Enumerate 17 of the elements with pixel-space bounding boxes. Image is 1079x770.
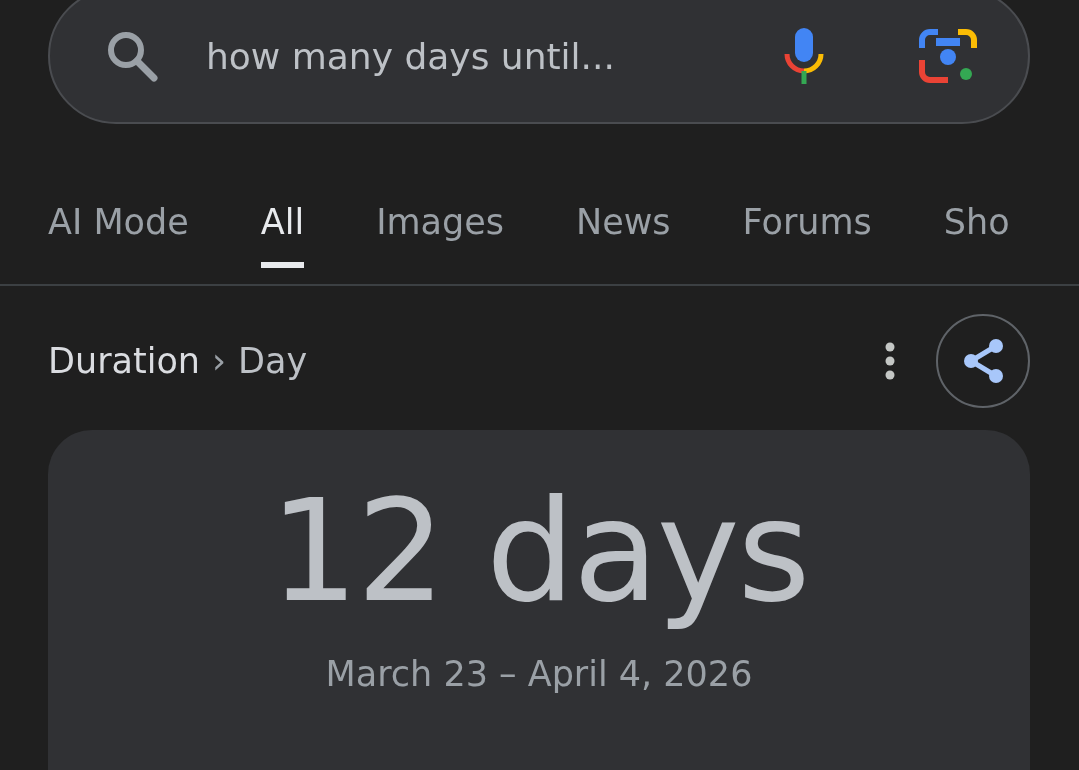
duration-value: 12 days [269,469,809,635]
tab[interactable]: Sho [943,182,1010,268]
tab[interactable]: News [576,182,671,268]
search-query: how many days until... [206,35,616,77]
breadcrumb-current: Day [238,341,308,381]
microphone-icon[interactable] [782,26,826,86]
date-range: March 23 – April 4, 2026 [325,654,753,694]
tab[interactable]: Images [376,182,505,268]
more-options-icon[interactable] [884,341,896,381]
breadcrumb-link[interactable]: Duration [48,341,200,381]
share-button[interactable] [936,314,1030,408]
camera-icon[interactable] [918,28,978,84]
search-field[interactable]: how many days until... [48,0,1030,124]
breadcrumb-separator: › [212,341,226,381]
tab[interactable]: All [260,182,305,268]
tab[interactable]: Forums [742,182,872,268]
tab[interactable]: AI Mode [48,182,189,268]
